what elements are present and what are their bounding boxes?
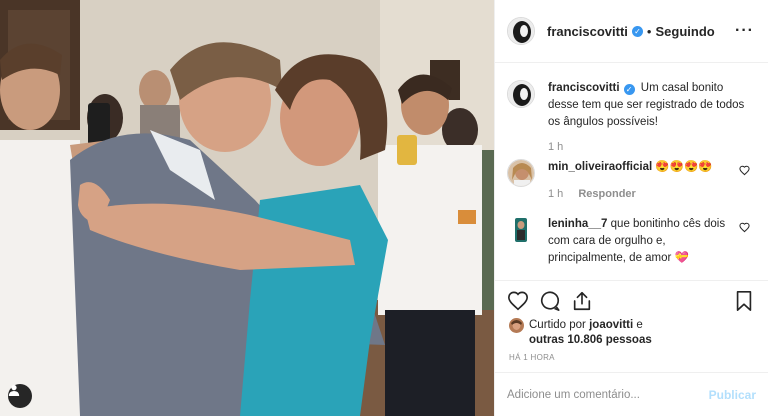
user-icon: [8, 385, 20, 396]
likes-summary: Curtido por joaovitti e outras 10.806 pe…: [509, 318, 652, 348]
comment-input[interactable]: [507, 388, 709, 401]
post-photo[interactable]: [0, 0, 494, 416]
comment-button[interactable]: [539, 290, 561, 312]
comment-username[interactable]: min_oliveiraofficial: [548, 161, 652, 173]
comment-body: leninha__7 que bonitinho cês dois com ca…: [548, 216, 728, 267]
caption: franciscovitti ✓ Um casal bonito desse te…: [507, 80, 756, 156]
caption-body: franciscovitti ✓ Um casal bonito desse te…: [548, 80, 753, 156]
avatar[interactable]: [507, 17, 535, 45]
avatar[interactable]: [507, 216, 535, 244]
liked-by-connector: e: [636, 319, 643, 331]
list-item: min_oliveiraofficial 😍😍😍😍 1 h Responder: [507, 159, 756, 203]
liked-by-user[interactable]: joaovitti: [589, 319, 633, 331]
more-options-icon[interactable]: ···: [735, 22, 754, 40]
comment-username[interactable]: leninha__7: [548, 218, 607, 230]
comment-text: 😍😍😍😍: [655, 161, 713, 173]
post-header: franciscovitti ✓ • Seguindo ···: [495, 0, 768, 63]
avatar[interactable]: [507, 80, 535, 108]
separator-dot: •: [646, 23, 652, 39]
profile-avatar-icon: [508, 81, 534, 107]
like-comment-icon[interactable]: [739, 220, 750, 238]
couple-dancing-photo: [0, 0, 494, 416]
post-side-panel: franciscovitti ✓ • Seguindo ··· francisc…: [494, 0, 768, 416]
reply-button[interactable]: Responder: [578, 188, 635, 200]
liker-avatar[interactable]: [509, 318, 524, 333]
avatar[interactable]: [507, 159, 535, 187]
likes-text: Curtido por joaovitti e outras 10.806 pe…: [529, 318, 652, 348]
verified-badge-icon: ✓: [623, 84, 635, 95]
post-timestamp[interactable]: HÁ 1 HORA: [509, 353, 555, 362]
following-button[interactable]: Seguindo: [655, 24, 714, 39]
comment-meta: 1 h Responder: [548, 186, 728, 203]
save-button[interactable]: [734, 290, 754, 312]
comment-bubble-icon: [540, 291, 560, 311]
liked-by-prefix: Curtido por: [529, 319, 586, 331]
list-item: leninha__7 que bonitinho cês dois com ca…: [507, 216, 756, 267]
caption-username[interactable]: franciscovitti: [548, 82, 620, 94]
verified-badge-icon: ✓: [631, 25, 643, 37]
post-author-username[interactable]: franciscovitti: [547, 24, 628, 39]
share-button[interactable]: [571, 290, 593, 312]
comment-time[interactable]: 1 h: [548, 188, 563, 200]
comments-list[interactable]: franciscovitti ✓ Um casal bonito desse te…: [495, 64, 768, 280]
post-actions: [495, 280, 768, 321]
liker-avatar-icon: [509, 318, 524, 333]
publish-button[interactable]: Publicar: [709, 388, 756, 402]
add-comment-bar: Publicar: [495, 372, 768, 416]
tagged-users-button[interactable]: [8, 384, 32, 408]
bookmark-icon: [736, 291, 752, 311]
like-button[interactable]: [507, 290, 529, 312]
profile-avatar-icon: [508, 18, 534, 44]
heart-icon: [508, 291, 528, 311]
commenter-avatar-icon: [508, 160, 534, 186]
comment-body: min_oliveiraofficial 😍😍😍😍 1 h Responder: [548, 159, 728, 203]
share-icon: [573, 291, 591, 311]
liked-by-others[interactable]: outras 10.806 pessoas: [529, 334, 652, 346]
caption-meta: 1 h: [548, 139, 753, 156]
like-comment-icon[interactable]: [739, 163, 750, 181]
commenter-avatar-icon: [507, 216, 535, 244]
caption-time[interactable]: 1 h: [548, 141, 563, 153]
